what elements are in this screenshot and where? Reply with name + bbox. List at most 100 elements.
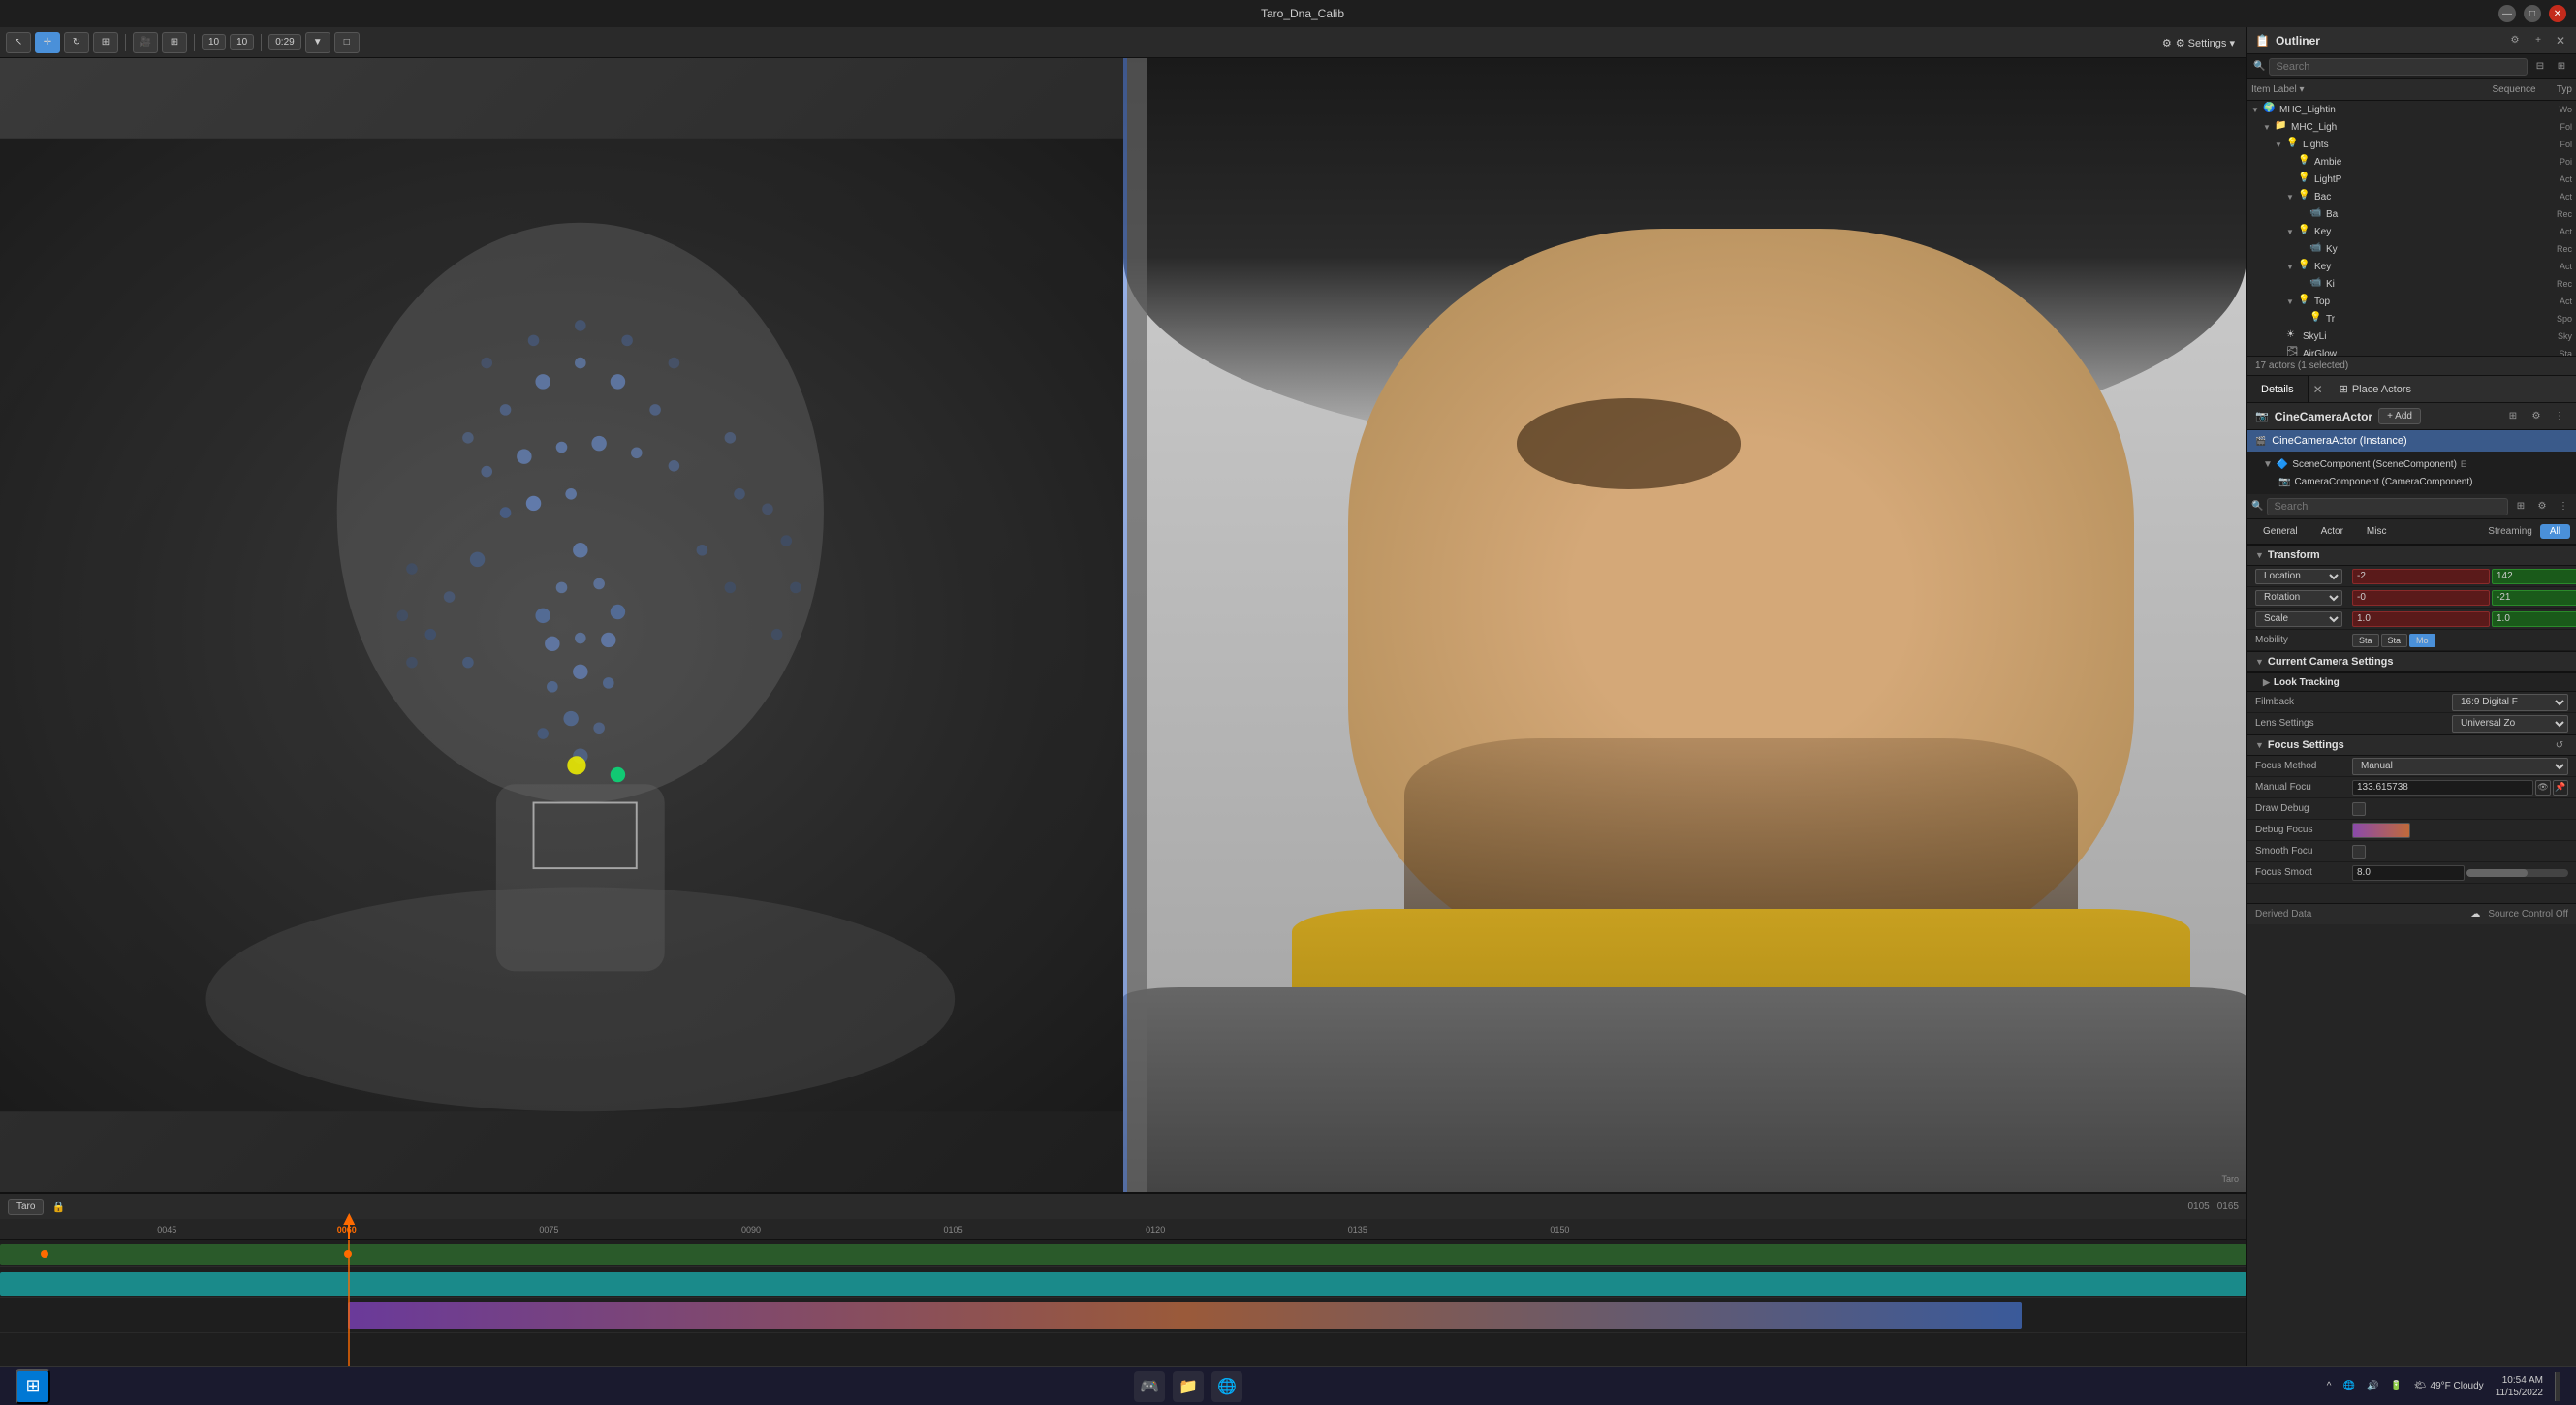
settings-button[interactable]: ⚙ ⚙ Settings ▾ bbox=[2162, 37, 2235, 49]
grid-view-button[interactable]: ⊞ bbox=[2504, 408, 2522, 425]
tree-item-top[interactable]: ▼ 💡 Top Act bbox=[2247, 293, 2576, 310]
smooth-focus-checkbox[interactable] bbox=[2352, 845, 2366, 859]
draw-debug-checkbox[interactable] bbox=[2352, 802, 2366, 816]
track-row-3[interactable] bbox=[0, 1298, 2246, 1333]
tree-item-ambie[interactable]: ▶ 💡 Ambie Poi bbox=[2247, 153, 2576, 171]
tree-item-ky[interactable]: ▶ 📹 Ky Rec bbox=[2247, 240, 2576, 258]
prop-settings-button[interactable]: ⚙ bbox=[2533, 498, 2551, 515]
source-control-label[interactable]: Source Control Off bbox=[2488, 909, 2568, 920]
focus-pin-button[interactable]: 📌 bbox=[2553, 780, 2568, 796]
rotate-button[interactable]: ↻ bbox=[64, 32, 89, 53]
camera-button[interactable]: ▼ bbox=[305, 32, 330, 53]
viewport-layout-button[interactable]: □ bbox=[334, 32, 360, 53]
camera-settings-header[interactable]: ▼ Current Camera Settings bbox=[2247, 651, 2576, 672]
expand-icon-key2[interactable]: ▼ bbox=[2286, 263, 2298, 271]
manual-focus-input[interactable] bbox=[2352, 780, 2533, 796]
tree-item-bac[interactable]: ▼ 💡 Bac Act bbox=[2247, 188, 2576, 205]
expand-icon-bac[interactable]: ▼ bbox=[2286, 193, 2298, 202]
taskbar-clock[interactable]: 10:54 AM 11/15/2022 bbox=[2496, 1374, 2543, 1399]
select-mode-button[interactable]: ↖ bbox=[6, 32, 31, 53]
focus-smooth-speed-input[interactable] bbox=[2352, 865, 2465, 881]
chevron-icon[interactable]: ^ bbox=[2327, 1381, 2332, 1391]
filter-general[interactable]: General bbox=[2253, 524, 2308, 539]
rotation-y-input[interactable] bbox=[2492, 590, 2576, 606]
camera-speed-icon[interactable]: 🎥 bbox=[133, 32, 158, 53]
expand-icon[interactable]: ▼ bbox=[2263, 123, 2275, 132]
tree-item-ba[interactable]: ▶ 📹 Ba Rec bbox=[2247, 205, 2576, 223]
location-x-input[interactable] bbox=[2352, 569, 2490, 584]
outliner-search-input[interactable] bbox=[2269, 58, 2528, 76]
network-icon[interactable]: 🌐 bbox=[2342, 1381, 2354, 1391]
expand-icon[interactable]: ▼ bbox=[2275, 140, 2286, 149]
maximize-button[interactable]: □ bbox=[2524, 5, 2541, 22]
place-actors-button[interactable]: ⊞ Place Actors bbox=[2330, 376, 2421, 402]
tree-item-mhc-ligh[interactable]: ▼ 📁 MHC_Ligh Fol bbox=[2247, 118, 2576, 136]
timeline-ruler[interactable]: 0045 0060 0075 0090 0105 0120 0135 0150 bbox=[0, 1219, 2246, 1240]
scene-component-item[interactable]: ▼ 🔷 SceneComponent (SceneComponent) E bbox=[2247, 455, 2576, 473]
start-button[interactable]: ⊞ bbox=[16, 1369, 50, 1404]
tree-item-lightp[interactable]: ▶ 💡 LightP Act bbox=[2247, 171, 2576, 188]
outliner-filter-icon[interactable]: ⊟ bbox=[2531, 58, 2549, 76]
location-dropdown[interactable]: Location bbox=[2255, 569, 2342, 584]
filter-actor[interactable]: Actor bbox=[2311, 524, 2353, 539]
outliner-add-icon[interactable]: + bbox=[2529, 32, 2547, 49]
taskbar-app-ue[interactable]: 🎮 bbox=[1134, 1371, 1165, 1402]
rotation-dropdown[interactable]: Rotation bbox=[2255, 590, 2342, 606]
scale-x-input[interactable] bbox=[2352, 611, 2490, 627]
look-tracking-header[interactable]: ▶ Look Tracking bbox=[2247, 672, 2576, 692]
outliner-settings-icon[interactable]: ⚙ bbox=[2506, 32, 2524, 49]
viewport-options-button[interactable]: ⊞ bbox=[162, 32, 187, 53]
properties-search-input[interactable] bbox=[2267, 498, 2508, 515]
location-y-input[interactable] bbox=[2492, 569, 2576, 584]
tree-item-key-2[interactable]: ▼ 💡 Key Act bbox=[2247, 258, 2576, 275]
focus-settings-header[interactable]: ▼ Focus Settings ↺ bbox=[2247, 734, 2576, 756]
expand-icon-key1[interactable]: ▼ bbox=[2286, 228, 2298, 236]
tree-item-airglow[interactable]: ▶ 🌫 AirGlow Sta bbox=[2247, 345, 2576, 356]
close-button[interactable]: ✕ bbox=[2549, 5, 2566, 22]
track-content-2[interactable] bbox=[0, 1267, 2246, 1297]
outliner-sort-icon[interactable]: ⊞ bbox=[2553, 58, 2570, 76]
focus-reset-button[interactable]: ↺ bbox=[2551, 736, 2568, 754]
transform-section-header[interactable]: ▼ Transform bbox=[2247, 545, 2576, 566]
minimize-button[interactable]: — bbox=[2498, 5, 2516, 22]
focus-method-dropdown[interactable]: Manual bbox=[2352, 758, 2568, 775]
tab-details[interactable]: Details bbox=[2247, 376, 2309, 402]
prop-kebab-button[interactable]: ⋮ bbox=[2555, 498, 2572, 515]
mobility-static-button[interactable]: Sta bbox=[2352, 634, 2379, 647]
tree-item-ki[interactable]: ▶ 📹 Ki Rec bbox=[2247, 275, 2576, 293]
viewport-canvas[interactable]: Taro bbox=[0, 58, 2246, 1192]
expand-icon[interactable]: ▼ bbox=[2251, 106, 2263, 114]
mobility-stationary-button[interactable]: Sta bbox=[2381, 634, 2408, 647]
rotation-x-input[interactable] bbox=[2352, 590, 2490, 606]
sound-icon[interactable]: 🔊 bbox=[2367, 1381, 2378, 1391]
tree-item-skyli[interactable]: ▶ ☀ SkyLi Sky bbox=[2247, 328, 2576, 345]
tree-item-tr[interactable]: ▶ 💡 Tr Spo bbox=[2247, 310, 2576, 328]
outliner-close-button[interactable]: ✕ bbox=[2553, 33, 2568, 48]
filmback-dropdown[interactable]: 16:9 Digital F bbox=[2452, 694, 2568, 711]
keyframe-1[interactable] bbox=[41, 1250, 48, 1258]
mobility-movable-button[interactable]: Mo bbox=[2409, 634, 2435, 647]
track-content-3[interactable] bbox=[0, 1298, 2246, 1332]
derived-data-label[interactable]: Derived Data bbox=[2255, 909, 2311, 920]
taskbar-app-folder[interactable]: 📁 bbox=[1173, 1371, 1204, 1402]
taro-button[interactable]: Taro bbox=[8, 1199, 44, 1215]
scale-dropdown[interactable]: Scale bbox=[2255, 611, 2342, 627]
prop-grid-button[interactable]: ⊞ bbox=[2512, 498, 2529, 515]
filter-all[interactable]: All bbox=[2540, 524, 2570, 539]
translate-button[interactable]: ✛ bbox=[35, 32, 60, 53]
col-item-label[interactable]: Item Label ▾ bbox=[2251, 84, 2485, 95]
tree-item-mhc-lightin[interactable]: ▼ 🌍 MHC_Lightin Wo bbox=[2247, 101, 2576, 118]
track-row-1[interactable] bbox=[0, 1240, 2246, 1267]
expand-icon-top[interactable]: ▼ bbox=[2286, 297, 2298, 306]
tree-item-lights[interactable]: ▼ 💡 Lights Fol bbox=[2247, 136, 2576, 153]
show-desktop-button[interactable] bbox=[2555, 1372, 2560, 1401]
details-close-button[interactable]: ✕ bbox=[2310, 382, 2326, 397]
track-row-2[interactable] bbox=[0, 1267, 2246, 1298]
add-component-button[interactable]: + Add bbox=[2378, 408, 2421, 424]
scale-y-input[interactable] bbox=[2492, 611, 2576, 627]
filter-misc[interactable]: Misc bbox=[2357, 524, 2397, 539]
track-content-1[interactable] bbox=[0, 1240, 2246, 1266]
lens-settings-dropdown[interactable]: Universal Zo bbox=[2452, 715, 2568, 733]
component-settings-button[interactable]: ⚙ bbox=[2528, 408, 2545, 425]
battery-icon[interactable]: 🔋 bbox=[2390, 1381, 2402, 1391]
